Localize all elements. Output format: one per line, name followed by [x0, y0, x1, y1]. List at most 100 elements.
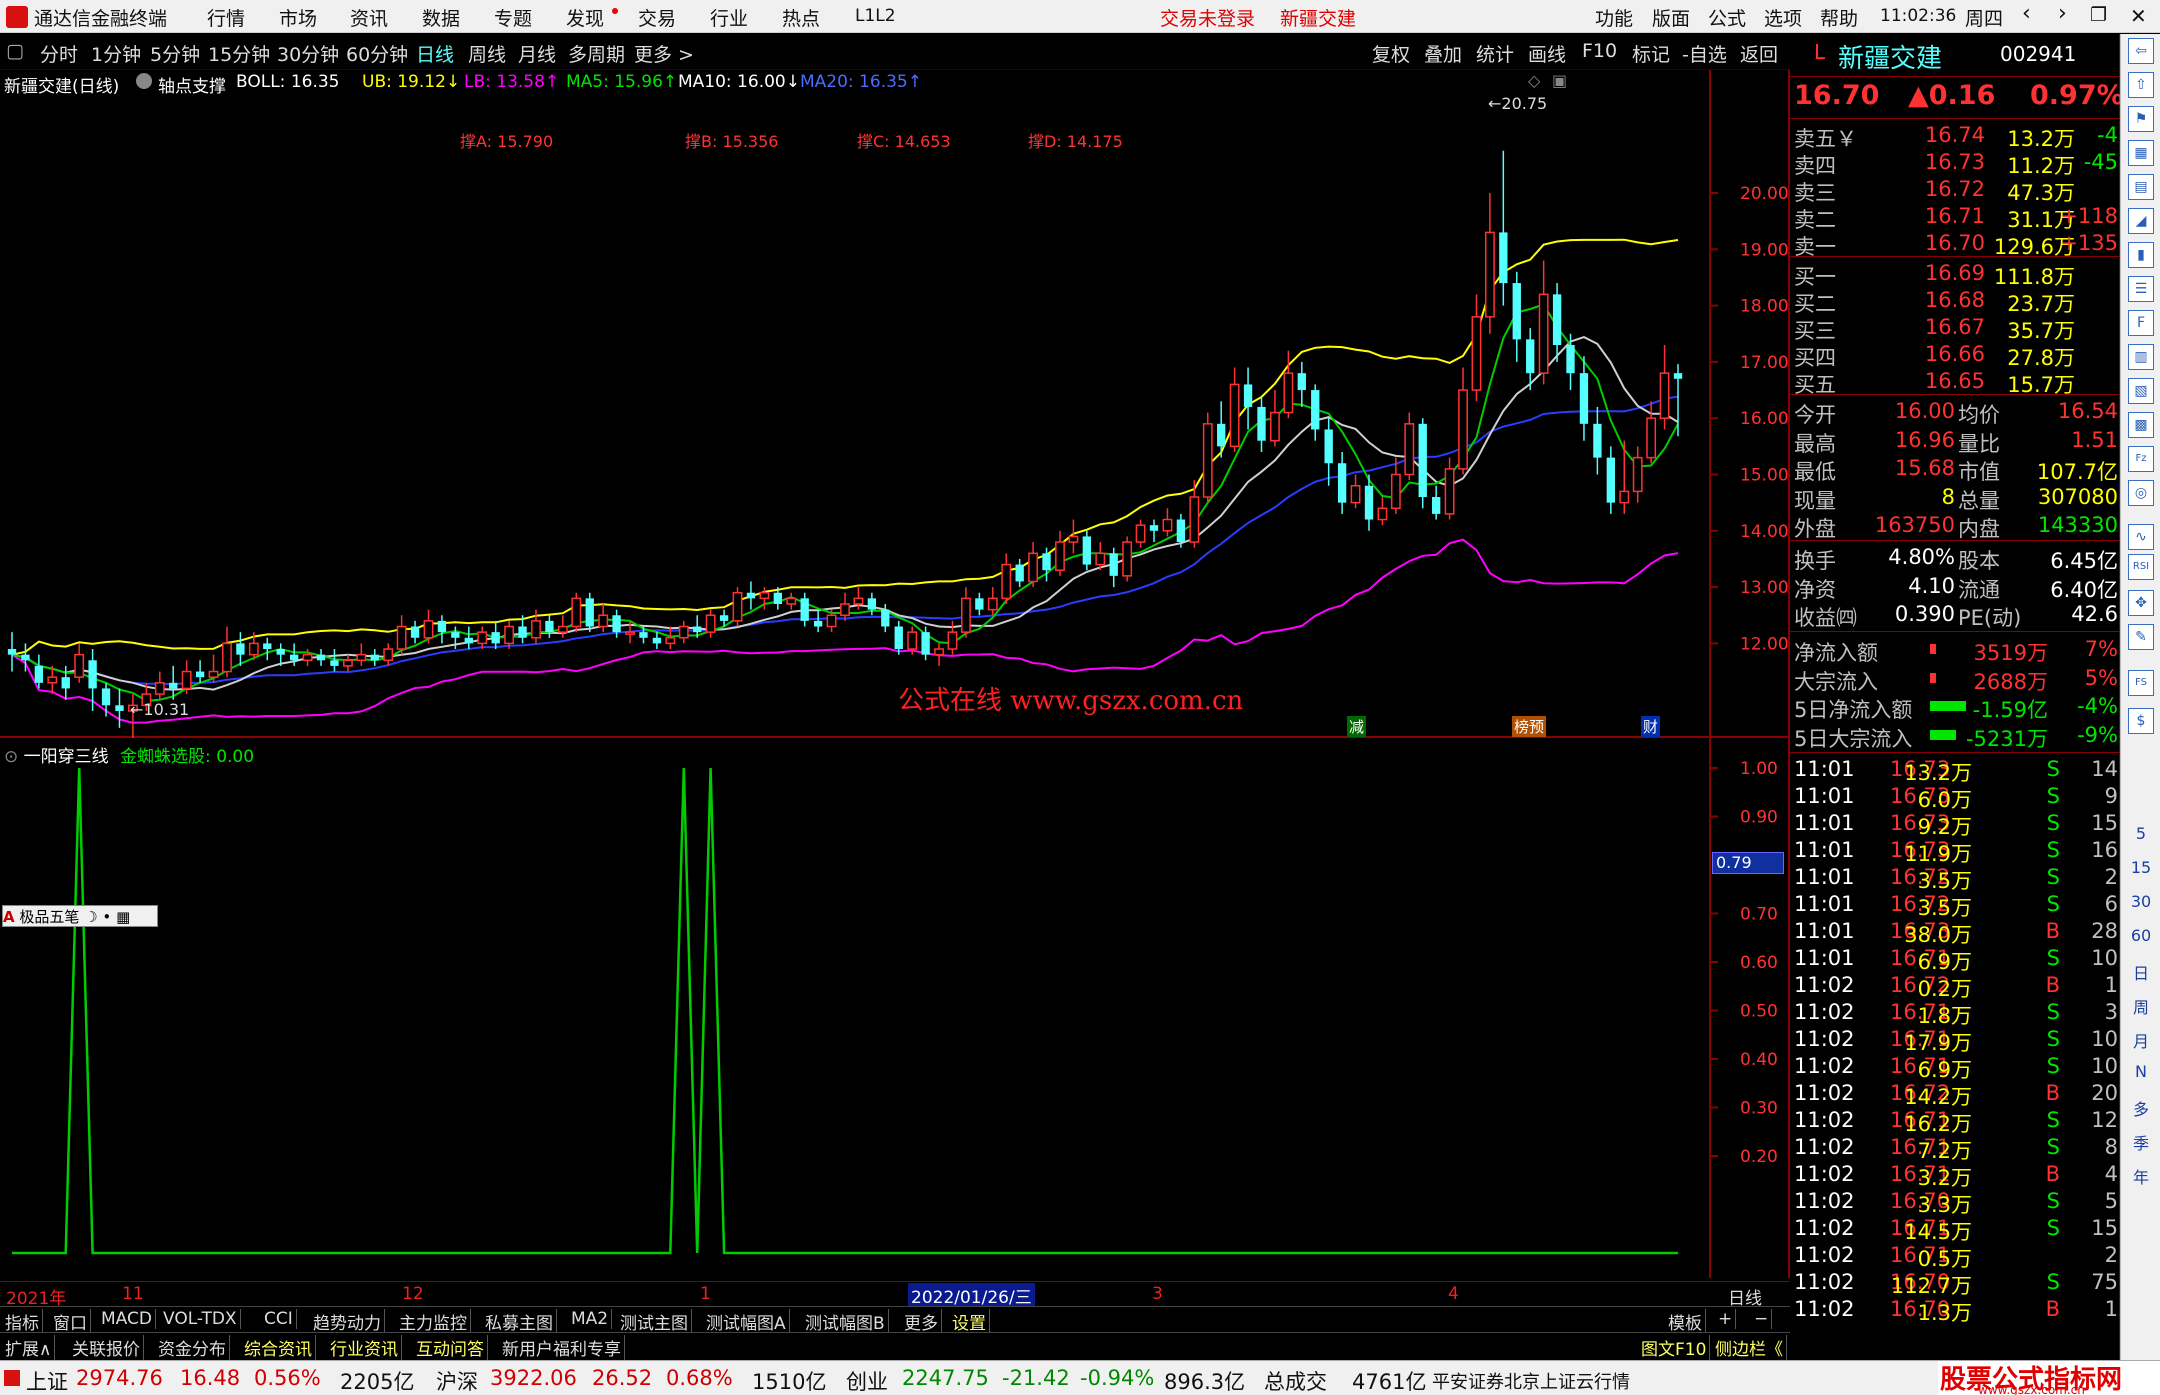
period-shortcut-9[interactable]: 季	[2121, 1130, 2160, 1154]
candle-icon[interactable]: ▮	[2128, 242, 2154, 268]
tab-10[interactable]: 测试幅图A	[703, 1309, 790, 1334]
main-kline-chart[interactable]: 20.00 19.00 18.00 17.00 16.00 15.00 14.00 13.00…	[0, 70, 1790, 738]
back-icon[interactable]: ‹	[2022, 1, 2031, 26]
sub-title[interactable]: 一阳穿三线	[24, 747, 109, 767]
menu-hangye[interactable]: 行业	[710, 4, 748, 31]
table-icon[interactable]: ▤	[2128, 174, 2154, 200]
period-5min[interactable]: 5分钟	[150, 40, 200, 67]
f10-icon[interactable]: F	[2128, 310, 2154, 336]
period-30min[interactable]: 30分钟	[277, 40, 339, 67]
info-tab-1[interactable]: 关联报价	[69, 1335, 144, 1360]
fs-icon[interactable]: FS	[2128, 670, 2154, 696]
maximize-icon[interactable]: ▣	[1552, 71, 1567, 90]
menu-bangzhu[interactable]: 帮助	[1820, 4, 1858, 31]
info-tab-0[interactable]: 扩展∧	[2, 1335, 56, 1360]
period-shortcut-8[interactable]: 多	[2121, 1096, 2160, 1120]
ime-toolbar[interactable]: A 极品五笔 ☽ • ▦	[2, 905, 158, 927]
tool-fanhui[interactable]: 返回	[1740, 40, 1778, 67]
menu-zhuanti[interactable]: 专题	[494, 4, 532, 31]
menu-gongneng[interactable]: 功能	[1595, 4, 1633, 31]
menu-gongshi[interactable]: 公式	[1708, 4, 1746, 31]
menu-redian[interactable]: 热点	[782, 4, 820, 31]
tab-13[interactable]: 设置	[949, 1309, 990, 1334]
period-fenshi[interactable]: 分时	[40, 40, 78, 67]
period-multi[interactable]: 多周期	[568, 40, 625, 67]
doc-icon[interactable]: ▥	[2128, 344, 2154, 370]
tab-2[interactable]: MACD	[98, 1309, 156, 1329]
menu-shichang[interactable]: 市场	[279, 4, 317, 31]
period-shortcut-4[interactable]: 日	[2121, 960, 2160, 984]
period-shortcut-2[interactable]: 30	[2121, 892, 2160, 911]
settings-icon[interactable]	[136, 73, 152, 89]
restore-icon[interactable]: ❐	[2090, 4, 2107, 26]
forward-icon[interactable]: ›	[2058, 1, 2067, 26]
event-tag-jian[interactable]: 减	[1347, 716, 1367, 737]
tool-diejia[interactable]: 叠加	[1424, 40, 1462, 67]
tab-right-0[interactable]: 模板	[1665, 1309, 1706, 1334]
quote-stock-name[interactable]: 新疆交建	[1838, 38, 1942, 75]
menu-zixun[interactable]: 资讯	[350, 4, 388, 31]
period-monthly[interactable]: 月线	[518, 40, 556, 67]
period-shortcut-0[interactable]: 5	[2121, 824, 2160, 843]
scale-icon[interactable]: RSI	[2128, 554, 2154, 580]
grid-icon[interactable]: ▦	[2128, 140, 2154, 166]
period-shortcut-1[interactable]: 15	[2121, 858, 2160, 877]
period-shortcut-5[interactable]: 周	[2121, 994, 2160, 1018]
hs-name[interactable]: 沪深	[436, 1366, 478, 1395]
web-icon[interactable]: ◎	[2128, 480, 2154, 506]
tool-biaoji[interactable]: 标记	[1632, 40, 1670, 67]
menu-xuanxiang[interactable]: 选项	[1764, 4, 1802, 31]
tool-f10[interactable]: F10	[1582, 40, 1617, 62]
tab-12[interactable]: 更多	[901, 1309, 942, 1334]
tool-tongji[interactable]: 统计	[1476, 40, 1514, 67]
broker-name[interactable]: 平安证券北京上证云行情	[1432, 1368, 1630, 1394]
period-shortcut-7[interactable]: N	[2121, 1062, 2160, 1081]
tab-8[interactable]: MA2	[568, 1309, 613, 1329]
tab-3[interactable]: VOL-TDX	[160, 1309, 241, 1329]
fz-icon[interactable]: Fz	[2128, 446, 2154, 472]
info-tab-5[interactable]: 互动问答	[413, 1335, 488, 1360]
tab-7[interactable]: 私募主图	[482, 1309, 557, 1334]
tab-4[interactable]: CCI	[261, 1309, 297, 1329]
tool-zixuan[interactable]: -自选	[1682, 40, 1727, 67]
close-icon[interactable]: ✕	[2130, 4, 2147, 28]
tab-0[interactable]: 指标	[2, 1309, 43, 1334]
news-icon[interactable]: ▧	[2128, 378, 2154, 404]
menu-l1l2[interactable]: L1L2	[855, 6, 896, 26]
calendar-icon[interactable]: ▩	[2128, 412, 2154, 438]
period-weekly[interactable]: 周线	[468, 40, 506, 67]
period-60min[interactable]: 60分钟	[346, 40, 408, 67]
period-more[interactable]: 更多 >	[634, 40, 694, 67]
dollar-icon[interactable]: $	[2128, 708, 2154, 734]
info-tab-4[interactable]: 行业资讯	[327, 1335, 402, 1360]
ime-punct-icon[interactable]: •	[102, 908, 111, 926]
period-shortcut-6[interactable]: 月	[2121, 1028, 2160, 1052]
menu-jiaoyi[interactable]: 交易	[638, 4, 676, 31]
cy-name[interactable]: 创业	[846, 1366, 888, 1395]
tab-5[interactable]: 趋势动力	[310, 1309, 385, 1334]
menu-faxian[interactable]: 发现	[566, 4, 604, 31]
sh-name[interactable]: 上证	[26, 1366, 68, 1395]
event-tag-bangyu[interactable]: 榜预	[1512, 716, 1547, 737]
tab-1[interactable]: 窗口	[50, 1309, 91, 1334]
period-shortcut-3[interactable]: 60	[2121, 926, 2160, 945]
info-tab-6[interactable]: 新用户福利专享	[499, 1335, 625, 1360]
tab-6[interactable]: 主力监控	[396, 1309, 471, 1334]
tool-huaxian[interactable]: 画线	[1528, 40, 1566, 67]
ime-mode-icon[interactable]: A	[3, 908, 15, 926]
chart-icon[interactable]: ◢	[2128, 208, 2154, 234]
rsi-icon[interactable]: ∿	[2128, 524, 2154, 550]
menu-shuju[interactable]: 数据	[422, 4, 460, 31]
trade-login-status[interactable]: 交易未登录	[1160, 4, 1255, 31]
tool-fuquan[interactable]: 复权	[1372, 40, 1410, 67]
arrow-up-icon[interactable]: ⇧	[2128, 72, 2154, 98]
tab-9[interactable]: 测试主图	[617, 1309, 692, 1334]
period-shortcut-10[interactable]: 年	[2121, 1164, 2160, 1188]
diamond-icon[interactable]: ◇	[1528, 71, 1540, 90]
info-tab-3[interactable]: 综合资讯	[241, 1335, 316, 1360]
sub-collapse-icon[interactable]: ⊙	[4, 747, 18, 767]
info-tab-right-0[interactable]: 图文F10	[1638, 1335, 1711, 1360]
collapse-icon[interactable]: ▢	[6, 40, 24, 62]
sub-indicator-chart[interactable]: 1.00 0.90 0.70 0.60 0.50 0.40 0.30 0.20	[0, 738, 1790, 1278]
info-tab-2[interactable]: 资金分布	[155, 1335, 230, 1360]
